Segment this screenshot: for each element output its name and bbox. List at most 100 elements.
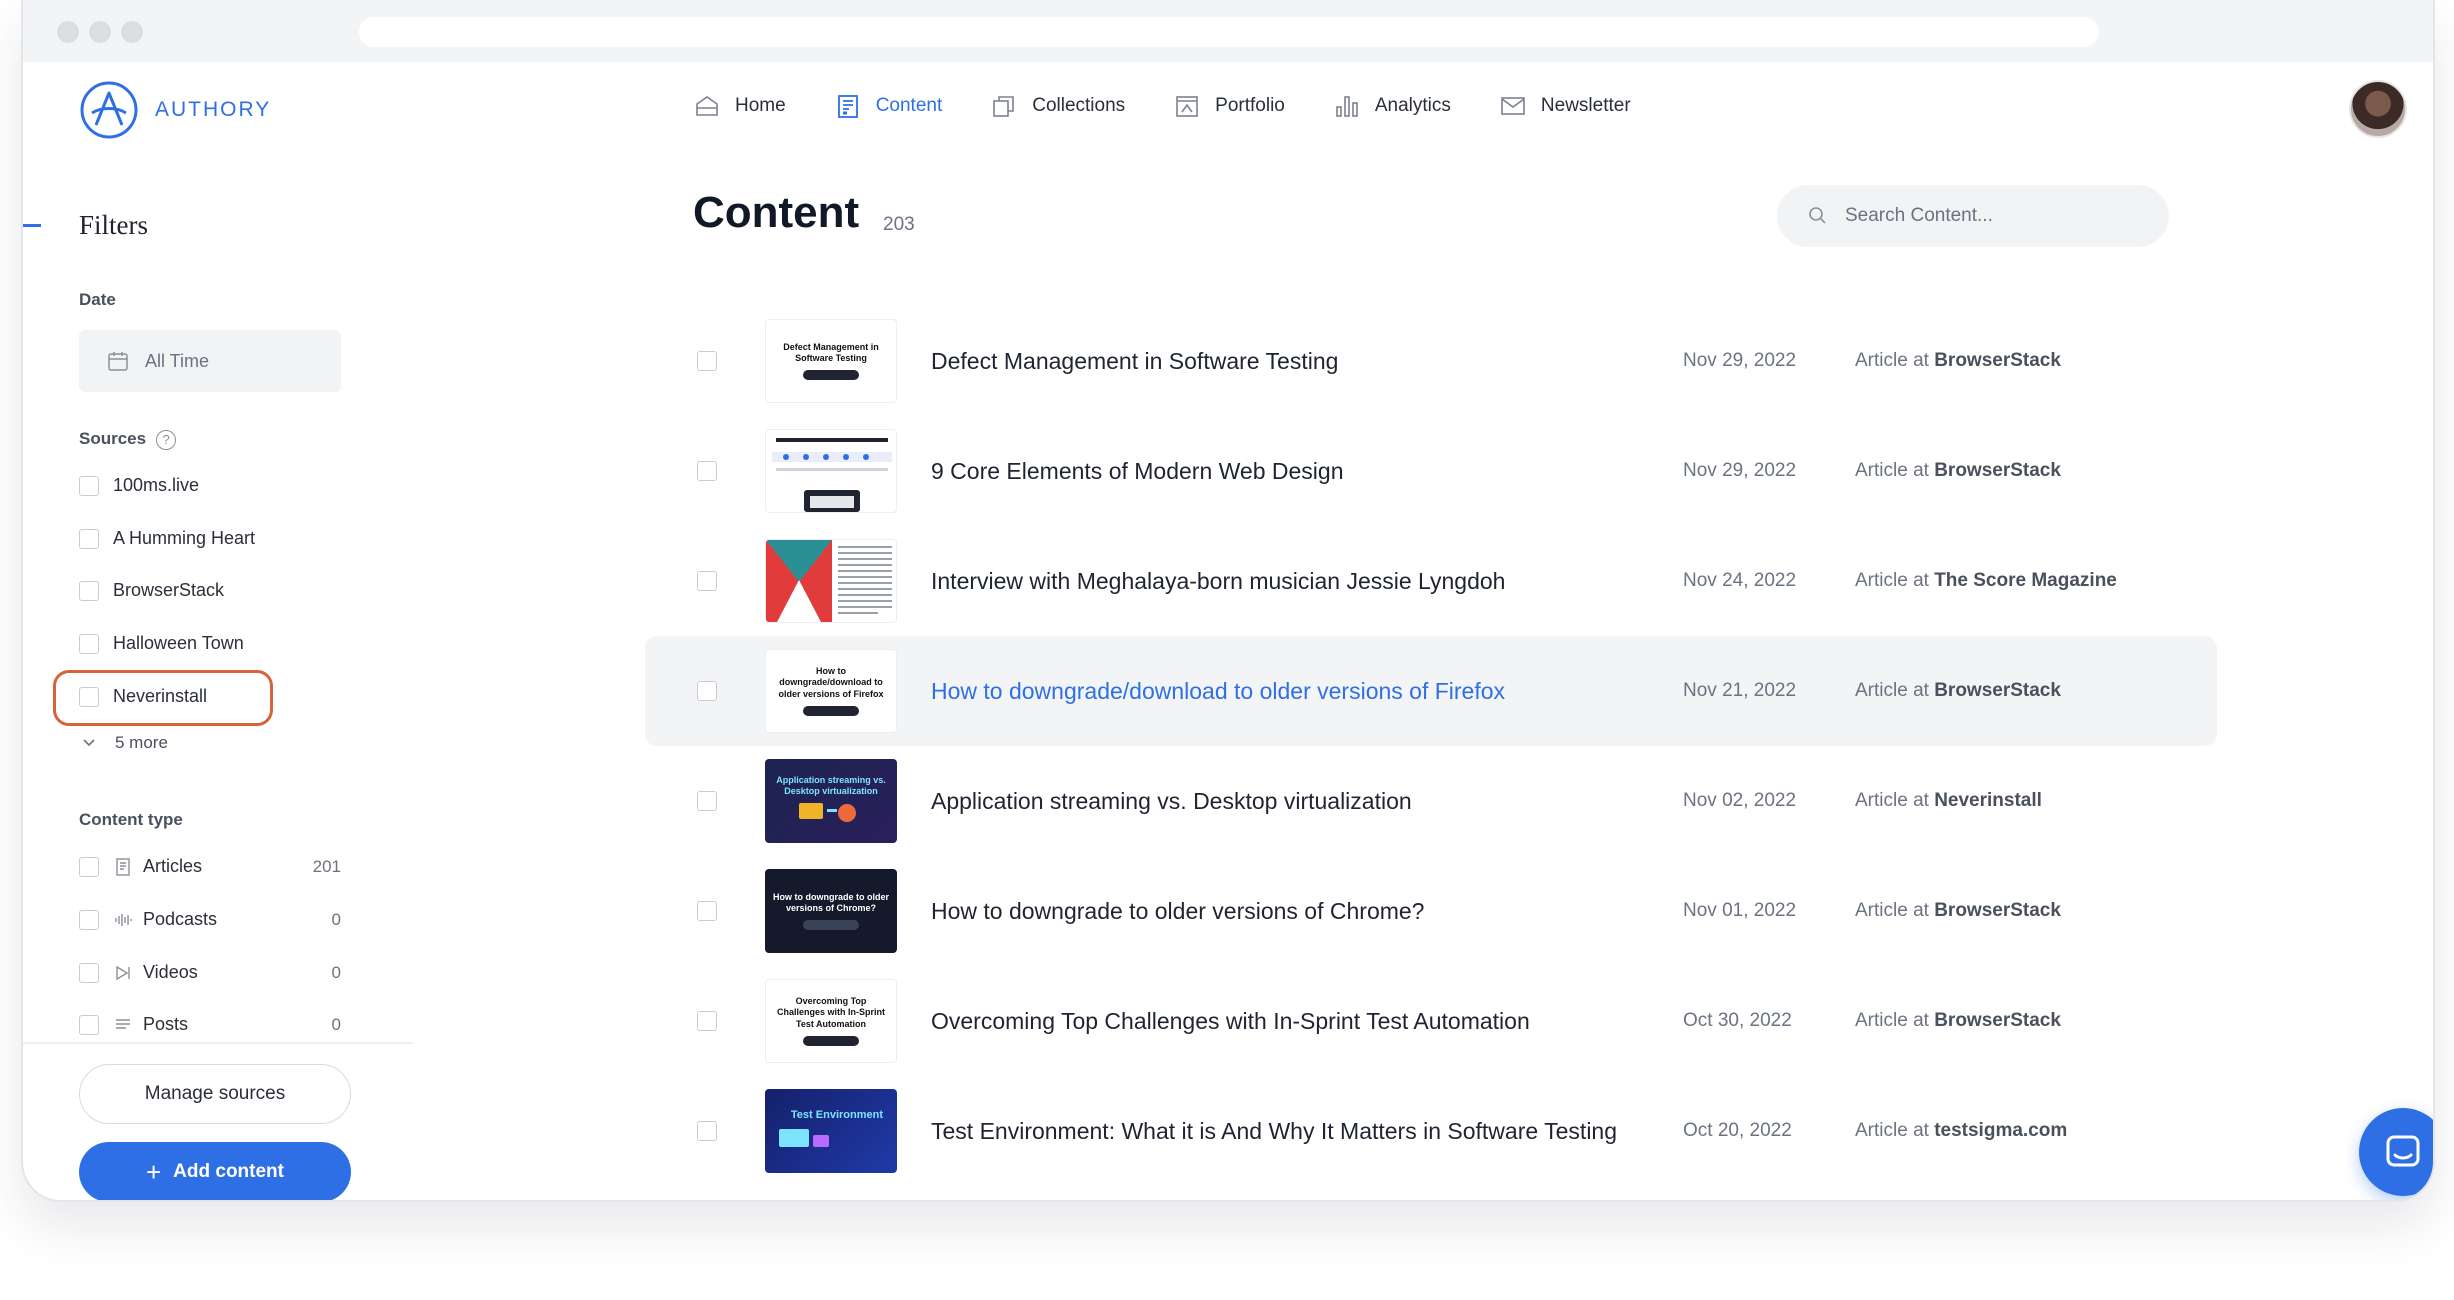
- article-thumbnail[interactable]: Defect Management in Software Testing: [765, 319, 897, 403]
- source-name[interactable]: BrowserStack: [1934, 350, 2061, 371]
- nav-portfolio[interactable]: Portfolio: [1173, 92, 1285, 120]
- row-checkbox[interactable]: [697, 1011, 717, 1031]
- help-icon[interactable]: ?: [156, 429, 177, 450]
- source-checkbox[interactable]: [79, 633, 99, 654]
- article-date: Oct 20, 2022: [1683, 1120, 1792, 1141]
- content-row[interactable]: Interview with Meghalaya-born musician J…: [645, 526, 2217, 636]
- content-row[interactable]: How to downgrade to older versions of Ch…: [645, 856, 2217, 966]
- source-name[interactable]: BrowserStack: [1934, 460, 2061, 481]
- article-thumbnail[interactable]: [765, 429, 897, 513]
- content-type-count: 0: [331, 962, 341, 982]
- article-thumbnail[interactable]: [765, 539, 897, 623]
- user-avatar[interactable]: [2349, 80, 2407, 138]
- date-filter-select[interactable]: All Time: [79, 330, 341, 392]
- manage-sources-button[interactable]: Manage sources: [79, 1064, 351, 1124]
- nav-content[interactable]: Content: [834, 92, 942, 120]
- magazine-thumbnail-icon: [766, 540, 892, 622]
- content-row[interactable]: Application streaming vs. Desktop virtua…: [645, 746, 2217, 856]
- row-checkbox[interactable]: [697, 791, 717, 811]
- sidebar-collapse-indicator[interactable]: [23, 224, 41, 227]
- row-checkbox[interactable]: [697, 571, 717, 591]
- home-icon: [696, 96, 718, 116]
- source-option[interactable]: 100ms.live: [79, 475, 341, 496]
- source-option[interactable]: Halloween Town: [79, 633, 341, 654]
- article-source: Article at BrowserStack: [1855, 1010, 2061, 1032]
- content-type-checkbox[interactable]: [79, 962, 99, 983]
- nav-home[interactable]: Home: [693, 92, 786, 120]
- source-checkbox[interactable]: [79, 528, 99, 549]
- search-box[interactable]: [1777, 185, 2169, 247]
- article-date: Nov 29, 2022: [1683, 460, 1797, 481]
- row-checkbox[interactable]: [697, 681, 717, 701]
- article-icon: [116, 857, 130, 876]
- article-thumbnail[interactable]: Application streaming vs. Desktop virtua…: [765, 759, 897, 843]
- content-row[interactable]: Overcoming Top Challenges with In-Sprint…: [645, 966, 2217, 1076]
- source-option[interactable]: BrowserStack: [79, 580, 341, 601]
- article-date: Nov 01, 2022: [1683, 900, 1797, 921]
- source-prefix: Article at: [1855, 680, 1929, 701]
- nav-collections[interactable]: Collections: [990, 92, 1125, 120]
- web-design-thumbnail-icon: [772, 438, 892, 512]
- article-thumbnail[interactable]: Test Environment: [765, 1089, 897, 1173]
- article-title[interactable]: Overcoming Top Challenges with In-Sprint…: [931, 1007, 1683, 1036]
- thumbnail-text: Overcoming Top Challenges with In-Sprint…: [776, 996, 885, 1029]
- source-prefix: Article at: [1855, 350, 1929, 371]
- address-bar[interactable]: [359, 17, 2099, 47]
- article-title[interactable]: Application streaming vs. Desktop virtua…: [931, 787, 1683, 816]
- content-type-option[interactable]: Articles 201: [79, 856, 341, 877]
- article-title[interactable]: Interview with Meghalaya-born musician J…: [931, 567, 1683, 596]
- content-row[interactable]: Test Environment Test Environment: What …: [645, 1076, 2217, 1186]
- browserstack-logo-icon: [803, 920, 859, 931]
- source-checkbox[interactable]: [79, 580, 99, 601]
- add-content-button[interactable]: + Add content: [79, 1142, 351, 1200]
- brand-logo[interactable]: AUTHORY: [79, 80, 271, 140]
- window-maximize-dot[interactable]: [121, 21, 143, 43]
- add-content-label: Add content: [173, 1161, 284, 1182]
- nav-newsletter-label: Newsletter: [1540, 95, 1631, 116]
- row-checkbox[interactable]: [697, 351, 717, 371]
- thumbnail-text: How to downgrade to older versions of Ch…: [773, 891, 889, 913]
- article-thumbnail[interactable]: How to downgrade to older versions of Ch…: [765, 869, 897, 953]
- article-title[interactable]: How to downgrade/download to older versi…: [931, 677, 1683, 706]
- row-checkbox[interactable]: [697, 1121, 717, 1141]
- content-type-option[interactable]: Podcasts 0: [79, 909, 341, 930]
- content-row[interactable]: 9 Core Elements of Modern Web Design Nov…: [645, 416, 2217, 526]
- article-title[interactable]: Defect Management in Software Testing: [931, 347, 1683, 376]
- source-name[interactable]: BrowserStack: [1934, 900, 2061, 921]
- date-filter-value: All Time: [145, 350, 210, 371]
- content-type-count: 0: [331, 909, 341, 929]
- content-type-checkbox[interactable]: [79, 856, 99, 877]
- row-checkbox[interactable]: [697, 901, 717, 921]
- posts-icon: [116, 1018, 130, 1029]
- article-title[interactable]: 9 Core Elements of Modern Web Design: [931, 457, 1683, 486]
- source-prefix: Article at: [1855, 1010, 1929, 1031]
- content-icon: [837, 95, 858, 118]
- source-option[interactable]: A Humming Heart: [79, 528, 341, 549]
- article-thumbnail[interactable]: Overcoming Top Challenges with In-Sprint…: [765, 979, 897, 1063]
- article-title[interactable]: Test Environment: What it is And Why It …: [931, 1117, 1683, 1146]
- source-name[interactable]: The Score Magazine: [1934, 570, 2117, 591]
- source-name[interactable]: testsigma.com: [1934, 1120, 2067, 1141]
- window-close-dot[interactable]: [57, 21, 79, 43]
- article-thumbnail[interactable]: How to downgrade/download to older versi…: [765, 649, 897, 733]
- source-name[interactable]: BrowserStack: [1934, 1010, 2061, 1031]
- nav-newsletter[interactable]: Newsletter: [1499, 92, 1631, 120]
- content-type-option[interactable]: Posts 0: [79, 1014, 341, 1035]
- content-row[interactable]: How to downgrade/download to older versi…: [645, 636, 2217, 746]
- content-type-option[interactable]: Videos 0: [79, 962, 341, 983]
- content-row[interactable]: Defect Management in Software Testing De…: [645, 306, 2217, 416]
- sources-more-label: 5 more: [115, 733, 168, 752]
- row-checkbox[interactable]: [697, 461, 717, 481]
- chat-launcher-button[interactable]: [2359, 1108, 2433, 1196]
- content-type-checkbox[interactable]: [79, 909, 99, 930]
- sources-more-toggle[interactable]: 5 more: [81, 733, 168, 753]
- search-input[interactable]: [1845, 205, 2145, 227]
- content-list: Defect Management in Software Testing De…: [645, 306, 2217, 1186]
- source-checkbox[interactable]: [79, 475, 99, 496]
- source-name[interactable]: Neverinstall: [1934, 790, 2042, 811]
- article-title[interactable]: How to downgrade to older versions of Ch…: [931, 897, 1683, 926]
- nav-analytics[interactable]: Analytics: [1333, 92, 1451, 120]
- window-minimize-dot[interactable]: [89, 21, 111, 43]
- source-name[interactable]: BrowserStack: [1934, 680, 2061, 701]
- content-type-checkbox[interactable]: [79, 1014, 99, 1035]
